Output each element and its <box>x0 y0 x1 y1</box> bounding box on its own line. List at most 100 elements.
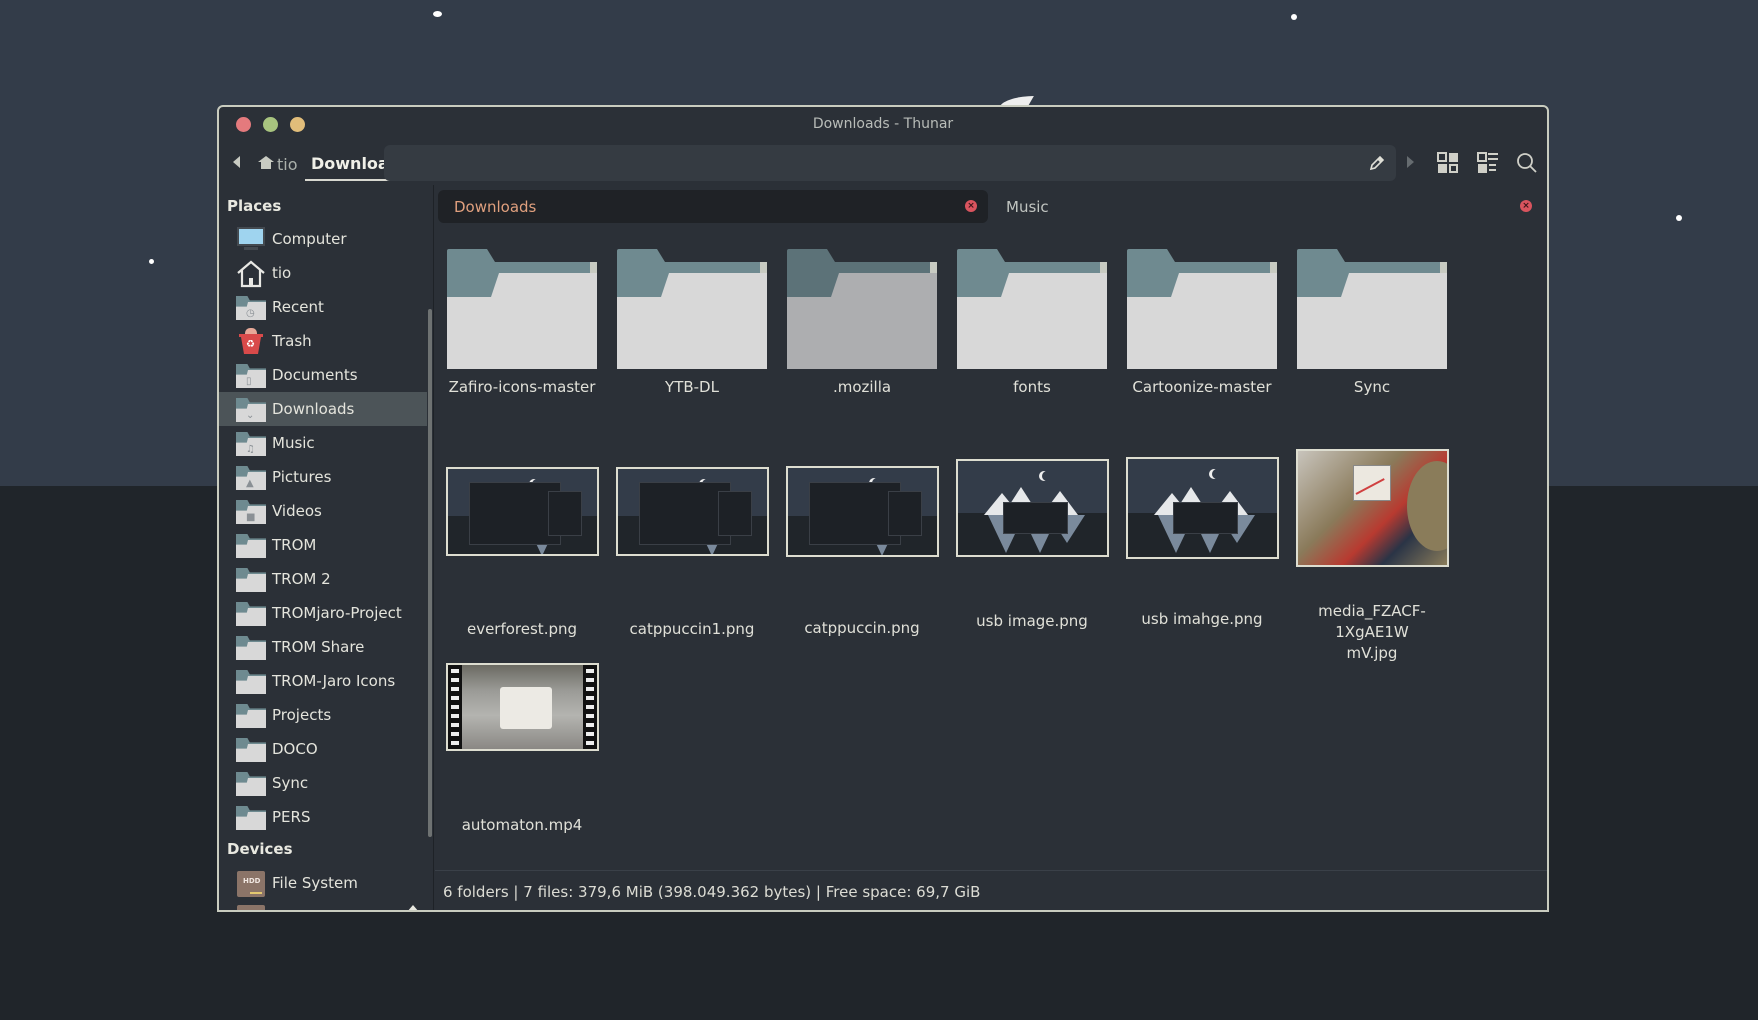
sidebar-item-file-system[interactable]: HDD File System <box>219 866 427 900</box>
file-thumbnail <box>615 467 769 556</box>
search-icon[interactable] <box>1516 152 1538 174</box>
sidebar-item-label: TROM 2 <box>272 570 331 588</box>
star <box>1291 14 1297 20</box>
tab-bar: Downloads × Music × <box>435 185 1547 223</box>
thunar-window: Downloads - Thunar tio Downloads Places … <box>217 105 1549 912</box>
sidebar-item-pictures[interactable]: ▲ Pictures <box>219 460 427 494</box>
folder-item[interactable]: Zafiro-icons-master <box>442 249 602 398</box>
item-label: .mozilla <box>832 378 892 396</box>
sidebar-scrollbar[interactable] <box>428 309 432 837</box>
folder-icon <box>447 249 597 369</box>
file-thumbnail <box>955 459 1109 557</box>
folder-icon <box>236 804 266 830</box>
item-label: catppuccin1.png <box>629 620 755 638</box>
folder-item[interactable]: Cartoonize-master <box>1122 249 1282 398</box>
file-item[interactable]: automaton.mp4 <box>442 663 602 836</box>
item-label: Zafiro-icons-master <box>448 378 596 396</box>
icon-view-icon[interactable] <box>1437 152 1459 174</box>
close-tab-icon[interactable]: × <box>965 200 977 212</box>
sidebar-item-tio[interactable]: tio <box>219 256 427 290</box>
documents-folder-icon: ▯ <box>236 362 266 388</box>
item-label: fonts <box>1013 378 1051 396</box>
home-icon <box>236 260 266 288</box>
folder-icon <box>236 736 266 762</box>
file-item[interactable]: everforest.png <box>442 449 602 640</box>
sidebar-item-label: DOCO <box>272 740 318 758</box>
sidebar-item-videos[interactable]: ■ Videos <box>219 494 427 528</box>
close-tab-icon[interactable]: × <box>1520 200 1532 212</box>
sidebar: Places Computer tio ◷ Recent ♻ Trash ▯ Document… <box>219 185 434 910</box>
folder-item[interactable]: YTB-DL <box>612 249 772 398</box>
file-thumbnail <box>445 467 599 556</box>
home-icon <box>258 155 274 171</box>
item-label: catppuccin.png <box>804 619 920 637</box>
sidebar-item-music[interactable]: ♫ Music <box>219 426 427 460</box>
folder-icon <box>236 770 266 796</box>
sidebar-item-label: Pictures <box>272 468 332 486</box>
recent-folder-icon: ◷ <box>236 294 266 320</box>
places-heading: Places <box>227 197 282 215</box>
folder-icon <box>236 702 266 728</box>
sidebar-item-label: PERS <box>272 808 311 826</box>
star <box>149 259 154 264</box>
sidebar-item-trom-jaro-icons[interactable]: TROM-Jaro Icons <box>219 664 427 698</box>
sidebar-item-trom-share[interactable]: TROM Share <box>219 630 427 664</box>
item-label-line: media_FZACF-1XgAE1W <box>1318 602 1426 641</box>
pictures-folder-icon: ▲ <box>236 464 266 490</box>
tab-label: Music <box>1006 197 1049 216</box>
sidebar-item-downloads[interactable]: ⌄ Downloads <box>219 392 427 426</box>
folder-item[interactable]: .mozilla <box>782 249 942 398</box>
devices-heading: Devices <box>227 840 293 858</box>
breadcrumb-home[interactable]: tio <box>258 155 298 174</box>
breadcrumb-home-label: tio <box>277 155 298 174</box>
sidebar-item-trom[interactable]: TROM <box>219 528 427 562</box>
folder-item[interactable]: fonts <box>952 249 1112 398</box>
sidebar-item-trom-2[interactable]: TROM 2 <box>219 562 427 596</box>
file-item[interactable]: media_FZACF-1XgAE1W mV.jpg <box>1292 449 1452 664</box>
compact-view-icon[interactable] <box>1477 152 1499 174</box>
file-item[interactable]: catppuccin1.png <box>612 449 772 640</box>
item-label: Sync <box>1353 378 1391 396</box>
sidebar-item-label: 10TB TROM <box>272 908 360 910</box>
tab-music[interactable]: Music × <box>990 190 1540 223</box>
item-label: media_FZACF-1XgAE1W mV.jpg <box>1292 601 1452 664</box>
folder-icon <box>236 634 266 660</box>
forward-arrow-icon[interactable] <box>1407 156 1414 168</box>
file-thumbnail <box>445 663 599 751</box>
sidebar-item-label: Sync <box>272 774 309 792</box>
folder-item[interactable]: Sync <box>1292 249 1452 398</box>
sidebar-item-projects[interactable]: Projects <box>219 698 427 732</box>
sidebar-item-trash[interactable]: ♻ Trash <box>219 324 427 358</box>
sidebar-item-label: Projects <box>272 706 332 724</box>
tab-downloads[interactable]: Downloads × <box>438 190 988 223</box>
sidebar-item-label: Downloads <box>272 400 355 418</box>
tab-label: Downloads <box>454 197 537 216</box>
sidebar-item-doco[interactable]: DOCO <box>219 732 427 766</box>
back-arrow-icon[interactable] <box>233 156 240 168</box>
sidebar-item-pers[interactable]: PERS <box>219 800 427 834</box>
sidebar-item-documents[interactable]: ▯ Documents <box>219 358 427 392</box>
sidebar-item-computer[interactable]: Computer <box>219 222 427 256</box>
status-bar: 6 folders | 7 files: 379,6 MiB (398.049.… <box>435 870 1547 910</box>
sidebar-divider[interactable] <box>433 185 434 910</box>
item-label: Cartoonize-master <box>1132 378 1272 396</box>
sidebar-item-label: TROMjaro-Project <box>272 604 402 622</box>
file-item[interactable]: usb image.png <box>952 449 1112 632</box>
file-thumbnail <box>1295 449 1449 567</box>
hdd-icon: HDD <box>236 870 266 897</box>
location-bar[interactable] <box>384 145 1396 181</box>
item-label: usb imahge.png <box>1141 610 1263 628</box>
pencil-icon[interactable] <box>1368 154 1386 172</box>
file-item[interactable]: catppuccin.png <box>782 449 942 639</box>
file-view: Downloads × Music × Zafiro-icons-master Y… <box>435 185 1547 910</box>
file-item[interactable]: usb imahge.png <box>1122 449 1282 630</box>
sidebar-item-10tb-trom[interactable]: ⚲ 10TB TROM <box>219 900 427 910</box>
sidebar-item-tromjaro-project[interactable]: TROMjaro-Project <box>219 596 427 630</box>
sidebar-item-sync[interactable]: Sync <box>219 766 427 800</box>
sidebar-item-recent[interactable]: ◷ Recent <box>219 290 427 324</box>
folder-icon <box>236 668 266 694</box>
sidebar-item-label: TROM Share <box>272 638 365 656</box>
eject-icon[interactable] <box>407 905 419 910</box>
sidebar-item-label: Trash <box>272 332 312 350</box>
title-bar[interactable]: Downloads - Thunar <box>219 107 1547 143</box>
